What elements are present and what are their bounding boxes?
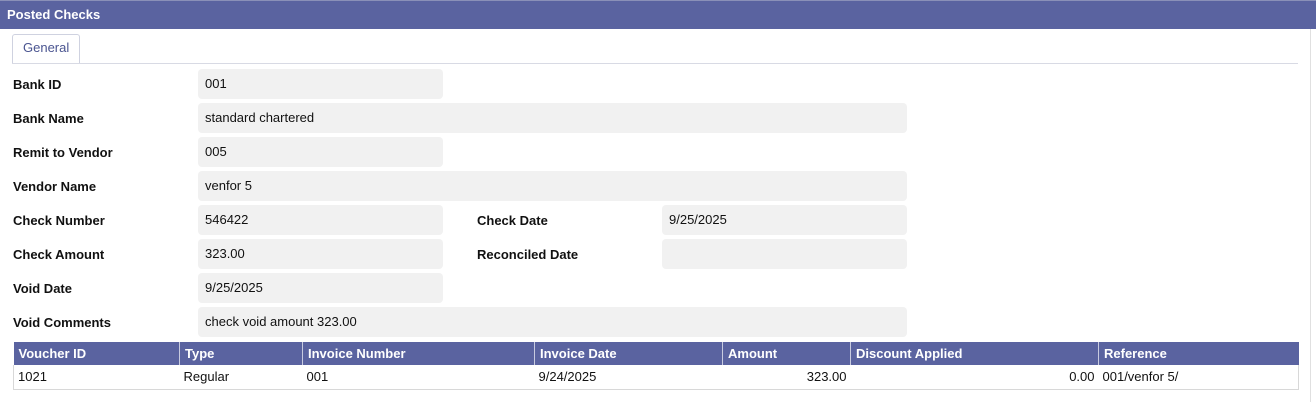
void-comments-label: Void Comments — [13, 315, 111, 330]
bank-id-field[interactable]: 001 — [198, 69, 443, 99]
cell-amount: 323.00 — [722, 365, 851, 390]
remit-to-vendor-field[interactable]: 005 — [198, 137, 443, 167]
cell-discount-applied: 0.00 — [850, 365, 1099, 390]
col-header-amount[interactable]: Amount — [722, 342, 851, 365]
reconciled-date-label: Reconciled Date — [477, 247, 579, 262]
col-header-type[interactable]: Type — [179, 342, 303, 365]
panel-border — [1310, 29, 1311, 402]
reconciled-date-field[interactable] — [662, 239, 907, 269]
grid-header-row: Voucher ID Type Invoice Number Invoice D… — [13, 342, 1299, 365]
remit-to-vendor-label: Remit to Vendor — [13, 145, 113, 160]
tab-general[interactable]: General — [12, 34, 81, 64]
void-date-field[interactable]: 9/25/2025 — [198, 273, 443, 303]
check-amount-field[interactable]: 323.00 — [198, 239, 443, 269]
tab-strip: General — [12, 34, 81, 64]
cell-voucher-id: 1021 — [13, 365, 180, 390]
void-comments-field[interactable]: check void amount 323.00 — [198, 307, 907, 337]
check-number-label: Check Number — [13, 213, 105, 228]
bank-name-field[interactable]: standard chartered — [198, 103, 907, 133]
cell-type: Regular — [179, 365, 303, 390]
vendor-name-label: Vendor Name — [13, 179, 97, 194]
vendor-name-field[interactable]: venfor 5 — [198, 171, 907, 201]
void-date-label: Void Date — [13, 281, 72, 296]
tab-divider — [12, 63, 1298, 64]
voucher-grid: Voucher ID Type Invoice Number Invoice D… — [13, 342, 1299, 390]
bank-id-label: Bank ID — [13, 77, 62, 92]
cell-invoice-number: 001 — [302, 365, 535, 390]
check-number-field[interactable]: 546422 — [198, 205, 443, 235]
col-header-invoice-number[interactable]: Invoice Number — [302, 342, 535, 365]
check-amount-label: Check Amount — [13, 247, 105, 262]
table-row[interactable]: 1021 Regular 001 9/24/2025 323.00 0.00 0… — [13, 365, 1299, 390]
bank-name-label: Bank Name — [13, 111, 84, 126]
col-header-invoice-date[interactable]: Invoice Date — [534, 342, 723, 365]
check-date-field[interactable]: 9/25/2025 — [662, 205, 907, 235]
window-title: Posted Checks — [0, 0, 1316, 29]
check-date-label: Check Date — [477, 213, 548, 228]
col-header-reference[interactable]: Reference — [1098, 342, 1299, 365]
col-header-discount-applied[interactable]: Discount Applied — [850, 342, 1099, 365]
col-header-voucher-id[interactable]: Voucher ID — [13, 342, 180, 365]
cell-reference: 001/venfor 5/ — [1098, 365, 1299, 390]
cell-invoice-date: 9/24/2025 — [534, 365, 723, 390]
